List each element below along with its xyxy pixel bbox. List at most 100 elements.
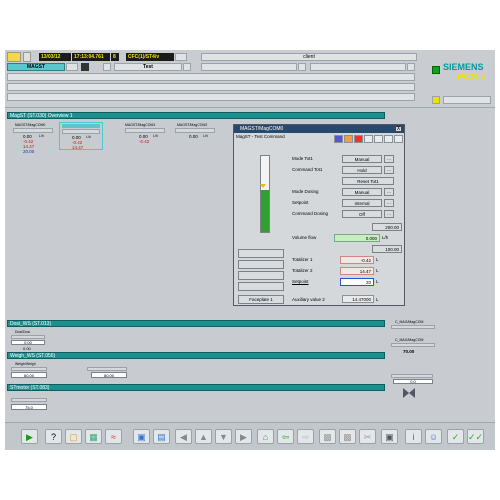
block-status-bar (175, 128, 215, 133)
block-name: C_MAG/MagCOM (395, 320, 424, 324)
command-dosing-value[interactable]: Off (342, 210, 382, 218)
command-tot1-more-button[interactable]: ... (384, 166, 394, 174)
volume-flow-label: Volume flow (292, 235, 317, 240)
block-status-bar (125, 128, 165, 133)
close-button[interactable]: X (395, 126, 402, 132)
mode-tot1-more-button[interactable]: ... (384, 155, 394, 163)
setpoint-input[interactable]: 20 (340, 278, 374, 286)
block-status-bar (11, 398, 47, 402)
section-title: STmotor (ST.083) (10, 385, 50, 391)
next-picture-icon[interactable]: ⇨ (297, 429, 314, 444)
high-limit-value[interactable]: 200.00 (372, 223, 402, 231)
block-icon[interactable]: C_MAG/MagCOM (389, 320, 437, 338)
folder-icon[interactable]: ▢ (65, 429, 82, 444)
block-unit: L/h (39, 134, 44, 138)
copy-icon[interactable]: ▩ (319, 429, 336, 444)
area-tab-test[interactable]: Test (114, 63, 182, 71)
prev-picture-icon[interactable]: ⇦ (277, 429, 294, 444)
block-icon[interactable]: MAGST/MagCOM0 0.00 L/h -0.42 14.47 20.00 (9, 122, 57, 154)
faceplate-1-button[interactable]: Faceplate 1 (238, 295, 284, 304)
acknowledge-square[interactable] (432, 96, 440, 104)
down-icon[interactable]: ▼ (215, 429, 232, 444)
setpoint-source-value[interactable]: Internal (342, 199, 382, 207)
area-row-3[interactable] (7, 83, 415, 91)
up-icon[interactable]: ▲ (195, 429, 212, 444)
ack-all-icon[interactable]: ✓✓ (467, 429, 484, 444)
block-icon[interactable]: C_MAG/MagCOM 70.00 (389, 338, 437, 358)
siemens-logo: SIEMENS (443, 62, 484, 72)
paste-icon[interactable]: ▩ (339, 429, 356, 444)
number-display: 8 (111, 53, 119, 61)
batch-view-icon[interactable] (384, 135, 393, 143)
command-dosing-label: Command Dosing (292, 211, 329, 216)
parameter-view-icon[interactable] (374, 135, 383, 143)
area-row-4[interactable] (7, 93, 415, 101)
plant-section-bar: MagST (ST.030) Overview 1 (7, 112, 385, 119)
block-icon[interactable]: Weigh/Weigh 60.00 (9, 362, 49, 380)
block-icon-selected[interactable]: 0.00 L/h -0.42 14.47 (59, 122, 103, 150)
command-tot1-value[interactable]: Hold (342, 166, 382, 174)
command-dosing-more-button[interactable]: ... (384, 210, 394, 218)
screen-icon[interactable]: ▣ (381, 429, 398, 444)
alarm-view-icon[interactable] (344, 135, 353, 143)
volume-flow-unit: L/h (382, 235, 389, 240)
block-icon[interactable]: Dosi/Dosi 0.00 0.00 (9, 330, 49, 351)
block-status-bar (87, 367, 127, 371)
setpoint-source-more-button[interactable]: ... (384, 199, 394, 207)
home-icon[interactable]: ⌂ (257, 429, 274, 444)
trend-view-icon[interactable] (364, 135, 373, 143)
mode-dosing-value[interactable]: Manual (342, 188, 382, 196)
lock-icon[interactable] (175, 53, 187, 61)
info-icon[interactable]: i (405, 429, 422, 444)
block-value: -0.42 (139, 139, 150, 144)
area-tab-magst[interactable]: MAGST (7, 63, 65, 71)
report-icon[interactable]: ▣ (133, 429, 150, 444)
back-icon[interactable]: ◀ (175, 429, 192, 444)
block-unit: L/h (203, 134, 208, 138)
block-name: C_MAG/MagCOM (395, 338, 424, 342)
area-row-2[interactable] (7, 73, 415, 81)
trend-icon[interactable]: ≈ (105, 429, 122, 444)
block-icon[interactable]: MAGST/MagCOM1 0.00 L/h -0.42 (123, 122, 171, 146)
block-value: 20.00 (23, 149, 35, 154)
low-limit-value[interactable]: 100.00 (372, 245, 402, 253)
area-tab-empty[interactable] (201, 63, 297, 71)
block-icon[interactable]: 75.0 (9, 396, 49, 414)
reset-tot1-button[interactable]: Reset Tot1 (342, 177, 394, 185)
empty-button[interactable] (238, 271, 284, 280)
priority-icon[interactable] (394, 135, 403, 143)
user-icon[interactable]: ☺ (425, 429, 442, 444)
limit-view-icon[interactable] (354, 135, 363, 143)
grid-icon[interactable]: ▦ (85, 429, 102, 444)
standard-view-icon[interactable] (334, 135, 343, 143)
play-icon[interactable]: ▶ (21, 429, 38, 444)
login-field[interactable] (443, 96, 491, 104)
mode-dosing-more-button[interactable]: ... (384, 188, 394, 196)
block-value: 0.00 (23, 346, 31, 351)
setpoint-unit: L (376, 279, 379, 284)
empty-button[interactable] (238, 249, 284, 258)
help-icon[interactable]: ? (45, 429, 62, 444)
block-icon[interactable]: MAGST/MagCOM2 0.00 L/h (173, 122, 221, 142)
forward-icon[interactable]: ▶ (235, 429, 252, 444)
print-icon[interactable]: ▤ (153, 429, 170, 444)
mode-tot1-value[interactable]: Manual (342, 155, 382, 163)
ack-icon[interactable]: ✓ (447, 429, 464, 444)
block-value: 0.0 (393, 379, 433, 384)
block-icon[interactable]: 80.00 (85, 362, 129, 380)
block-value: 60.00 (11, 372, 47, 378)
window-icon[interactable] (23, 52, 31, 62)
empty-button[interactable] (238, 282, 284, 291)
aux-value: 14.47000 (342, 295, 374, 303)
section-title: Weigh_WS (ST.056) (10, 353, 56, 359)
valve-icon-right (409, 388, 415, 398)
alarm-bell-icon[interactable] (7, 52, 21, 62)
area-tab-empty[interactable] (310, 63, 406, 71)
setpoint-marker-icon (260, 184, 266, 188)
cut-icon[interactable]: ✂ (359, 429, 376, 444)
setpoint-label: Setpoint (292, 279, 309, 284)
bottom-toolbar: ▶ ? ▢ ▦ ≈ ▣ ▤ ◀ ▲ ▼ ▶ ⌂ ⇦ ⇨ ▩ ▩ ✂ ▣ i ☺ … (5, 422, 495, 450)
empty-button[interactable] (238, 260, 284, 269)
block-icon[interactable]: 0.0 (389, 374, 441, 384)
pcs7-logo: PCS 7 (457, 72, 486, 83)
